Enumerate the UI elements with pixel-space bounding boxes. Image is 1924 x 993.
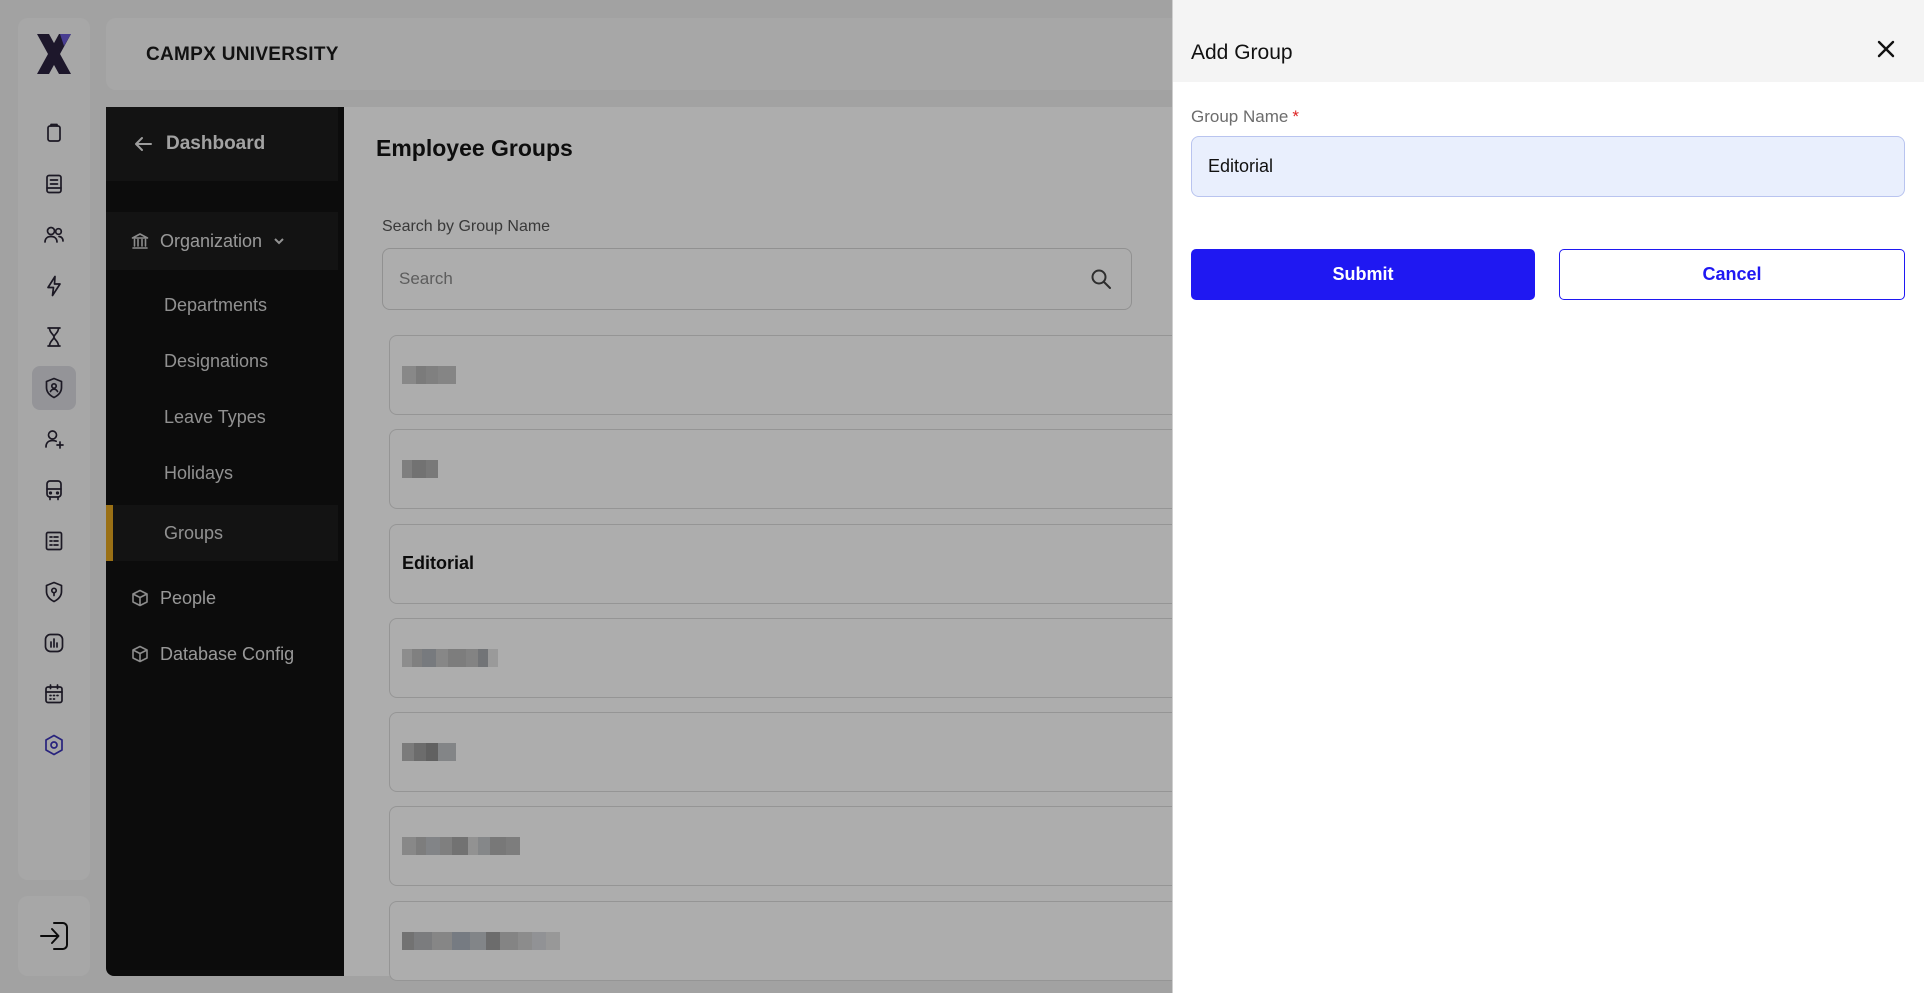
add-group-drawer: Add Group Group Name* Submit Cancel [1172, 0, 1924, 993]
cancel-button[interactable]: Cancel [1559, 249, 1905, 300]
close-button[interactable] [1873, 36, 1899, 62]
close-icon [1877, 40, 1895, 58]
group-name-input[interactable] [1208, 137, 1888, 196]
modal-backdrop[interactable] [0, 0, 1172, 993]
group-name-label: Group Name * [1191, 107, 1299, 127]
drawer-title: Add Group [1191, 41, 1293, 64]
field-label-text: Group Name [1191, 107, 1289, 126]
required-asterisk: * [1292, 107, 1299, 126]
app-shell: CAMPX UNIVERSITY Dashboard Organization … [0, 0, 1924, 993]
submit-button[interactable]: Submit [1191, 249, 1535, 300]
group-name-field [1191, 136, 1905, 197]
drawer-header: Add Group [1173, 0, 1924, 82]
